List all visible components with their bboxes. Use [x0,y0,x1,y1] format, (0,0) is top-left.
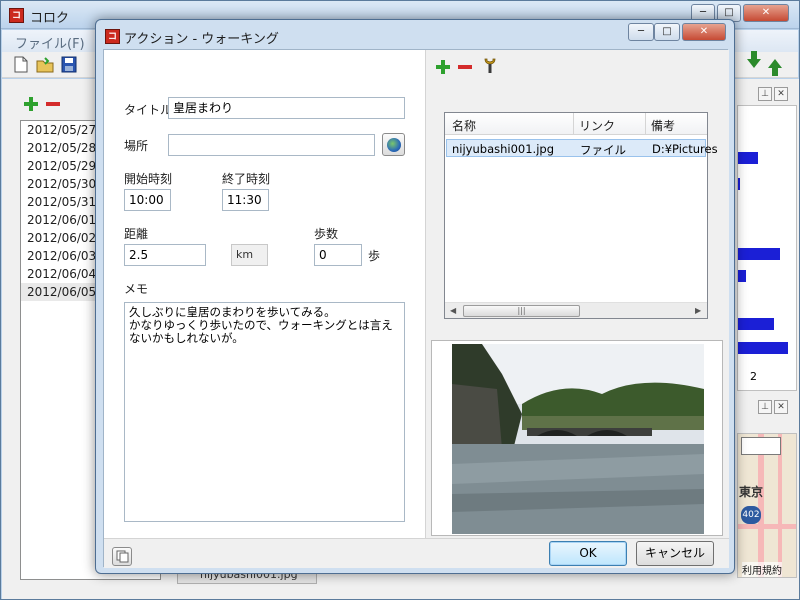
main-window-title: コロク [30,11,70,26]
add-day-icon[interactable] [24,97,38,111]
copy-icon [116,550,129,563]
end-time-label: 終了時刻 [222,172,271,186]
open-folder-icon[interactable] [36,56,54,73]
remove-day-icon[interactable] [46,102,60,106]
column-note[interactable]: 備考 [651,117,675,134]
chart-bar [738,342,788,354]
copy-button[interactable] [112,547,132,566]
pane-close-icon[interactable]: ✕ [774,400,788,414]
scroll-thumb[interactable]: ||| [463,305,580,317]
dialog-footer: OK キャンセル [104,538,729,568]
start-time-input[interactable]: 10:00 [124,189,171,211]
chart-bar [738,318,774,330]
map-route-badge: 402 [741,506,761,524]
dialog-minimize-button[interactable]: ─ [628,23,654,41]
map-type-select[interactable] [741,437,781,455]
dialog-client: タイトル 皇居まわり 場所 開始時刻 10:00 終了時刻 11:30 距離 2… [103,49,729,568]
menu-file[interactable]: ファイル(F) [15,33,85,52]
ok-button[interactable]: OK [549,541,627,566]
map-road [738,524,796,529]
title-input[interactable]: 皇居まわり [168,97,405,119]
form-pane: タイトル 皇居まわり 場所 開始時刻 10:00 終了時刻 11:30 距離 2… [104,50,426,538]
title-label: タイトル [124,103,173,117]
new-file-icon[interactable] [13,56,29,73]
globe-icon [387,138,401,152]
dialog-maximize-button[interactable]: □ [654,23,680,41]
end-time-input[interactable]: 11:30 [222,189,269,211]
map-place-label: 東京 [739,485,764,499]
pane-close-icon[interactable]: ✕ [774,87,788,101]
close-button[interactable]: ✕ [743,4,789,22]
step-chart [737,105,797,391]
scroll-left-icon[interactable]: ◀ [450,306,456,315]
photo-image [452,344,704,534]
arrow-down-icon[interactable] [747,51,761,68]
steps-input[interactable]: 0 [314,244,362,266]
distance-input[interactable]: 2.5 [124,244,206,266]
dialog-app-icon: コ [105,29,120,44]
map-pick-button[interactable] [382,133,405,156]
remove-attachment-icon[interactable] [458,65,472,69]
dialog-close-button[interactable]: ✕ [682,23,726,41]
dialog-title-bar: コ アクション - ウォーキング ─ □ ✕ [96,20,734,50]
scroll-right-icon[interactable]: ▶ [695,306,701,315]
photo-preview [431,340,723,536]
distance-unit-field: km [231,244,268,266]
pin-icon[interactable]: ⊥ [758,400,772,414]
wrench-icon[interactable] [483,58,497,74]
map-terms-link[interactable]: 利用規約 [742,562,782,577]
action-dialog: コ アクション - ウォーキング ─ □ ✕ タイトル 皇居まわり 場所 開始時… [95,19,735,574]
column-link[interactable]: リンク [579,117,615,134]
attachment-pane: 名称 リンク 備考 nijyubashi001.jpg ファイル D:¥Pict… [426,50,729,538]
save-icon[interactable] [61,56,77,73]
chart-bar [738,248,780,260]
start-time-label: 開始時刻 [124,172,173,186]
cancel-button[interactable]: キャンセル [636,541,714,566]
steps-unit-label: 歩 [368,249,381,263]
map-road [778,434,782,577]
chart-bar [738,270,746,282]
chart-axis-tick: 2 [750,370,757,383]
memo-textarea[interactable]: 久しぶりに皇居のまわりを歩いてみる。 かなりゆっくり歩いたので、ウォーキングとは… [124,302,405,522]
dialog-title: アクション - ウォーキング [124,32,279,47]
attachment-row[interactable]: nijyubashi001.jpg ファイル D:¥Pictures [446,139,718,157]
steps-label: 歩数 [314,227,339,241]
attachment-link: ファイル [580,143,626,157]
arrow-up-icon[interactable] [768,59,782,76]
horizontal-scrollbar[interactable]: ◀ ||| ▶ [445,302,707,318]
column-name[interactable]: 名称 [452,117,476,134]
app-logo-icon: コ [9,8,24,23]
distance-label: 距離 [124,227,149,241]
attachment-list[interactable]: 名称 リンク 備考 nijyubashi001.jpg ファイル D:¥Pict… [444,112,718,319]
attachment-list-header: 名称 リンク 備考 [445,113,707,135]
memo-label: メモ [124,282,149,296]
place-label: 場所 [124,139,149,153]
chart-bar [738,178,740,190]
place-input[interactable] [168,134,375,156]
map-road [758,434,764,577]
chart-bar [738,152,758,164]
attachment-name: nijyubashi001.jpg [452,142,554,156]
column-separator[interactable] [645,113,646,135]
attachment-note: D:¥Pictures [652,142,718,156]
column-separator[interactable] [573,113,574,135]
pin-icon[interactable]: ⊥ [758,87,772,101]
add-attachment-icon[interactable] [436,60,450,74]
